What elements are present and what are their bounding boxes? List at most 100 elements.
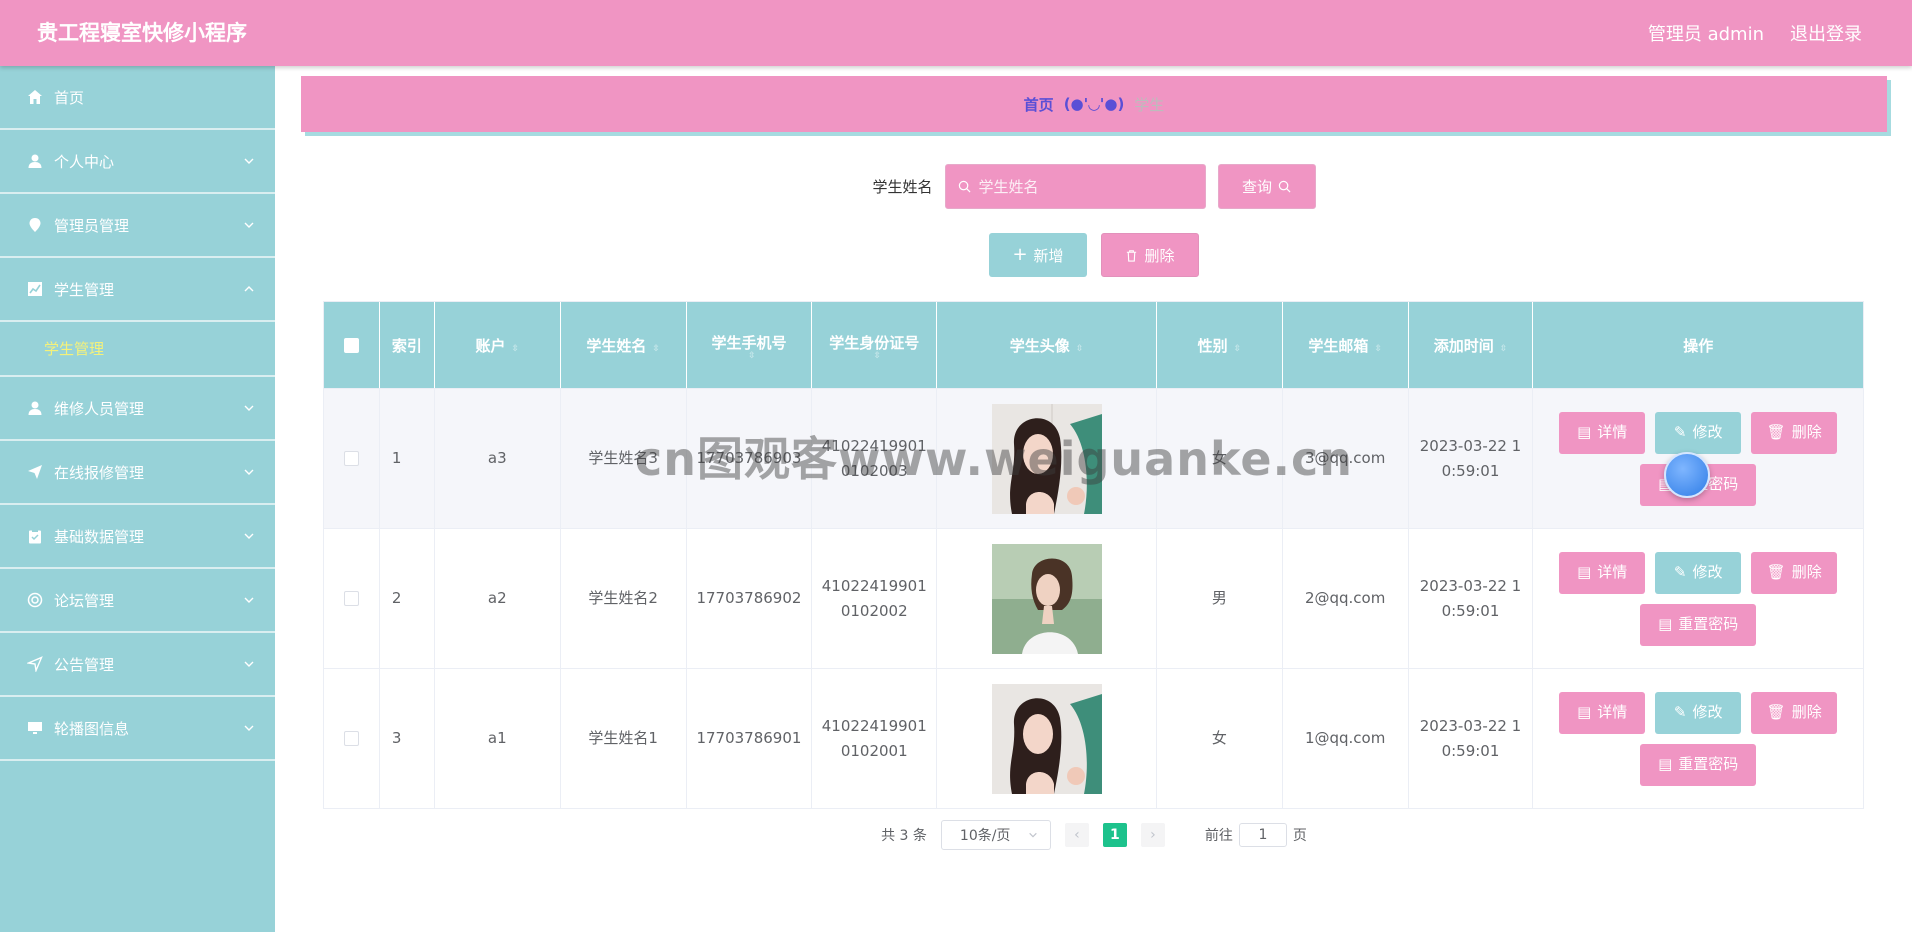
user-icon: [26, 399, 44, 417]
query-button-label: 查询: [1241, 178, 1272, 196]
sort-icon[interactable]: ⇳: [1076, 344, 1084, 353]
detail-label: 详情: [1597, 423, 1628, 441]
idcard-line2: 0102003: [840, 461, 908, 480]
sidebar-item-repairman[interactable]: 维修人员管理: [0, 377, 275, 441]
sort-icon[interactable]: ⇳: [874, 351, 882, 360]
sidebar-item-label: 学生管理: [54, 280, 115, 299]
sidebar-item-forum[interactable]: 论坛管理: [0, 569, 275, 633]
edit-icon: ✎: [1673, 703, 1687, 721]
detail-button[interactable]: ▤ 详情: [1559, 551, 1646, 594]
cell-index: 2: [380, 529, 435, 668]
row-checkbox-cell: [324, 529, 380, 668]
sort-icon[interactable]: ⇳: [1500, 344, 1508, 353]
add-button-label: 新增: [1033, 246, 1064, 265]
sidebar-item-home[interactable]: 首页: [0, 66, 275, 130]
search-icon: [1278, 180, 1291, 193]
delete-button[interactable]: 🗑 删除: [1751, 411, 1838, 454]
row-checkbox[interactable]: [343, 451, 359, 466]
next-page-button[interactable]: ›: [1140, 823, 1165, 847]
sidebar-item-carousel[interactable]: 轮播图信息: [0, 697, 275, 761]
location-pin-icon: [26, 216, 44, 234]
student-name-search-input[interactable]: 学生姓名: [944, 164, 1206, 209]
chevron-down-icon: [244, 597, 254, 603]
col-name-label: 学生姓名: [586, 336, 647, 355]
row-checkbox[interactable]: [343, 591, 359, 606]
row-checkbox[interactable]: [343, 731, 359, 746]
delete-button[interactable]: 🗑 删除: [1751, 691, 1838, 734]
cell-account: a1: [435, 669, 561, 808]
sidebar-subitem-student-manage[interactable]: 学生管理: [0, 322, 275, 377]
col-avatar[interactable]: 学生头像 ⇳: [937, 302, 1157, 388]
delete-label: 删除: [1791, 703, 1822, 721]
chevron-up-icon: [244, 286, 254, 292]
batch-delete-button[interactable]: 删除: [1101, 233, 1199, 277]
goto-page-input[interactable]: 1: [1238, 823, 1287, 847]
sort-icon[interactable]: ⇳: [652, 344, 660, 353]
search-label: 学生姓名: [872, 178, 933, 196]
col-idcard[interactable]: 学生身份证号 ⇳: [812, 302, 938, 388]
breadcrumb-home[interactable]: 首页: [1024, 94, 1054, 115]
sidebar-item-base-data[interactable]: 基础数据管理: [0, 505, 275, 569]
col-email[interactable]: 学生邮箱 ⇳: [1283, 302, 1409, 388]
col-phone[interactable]: 学生手机号 ⇳: [687, 302, 813, 388]
prev-page-button[interactable]: ‹: [1064, 823, 1089, 847]
trash-icon: 🗑: [1766, 563, 1786, 581]
cell-sex: 女: [1157, 389, 1283, 528]
header-user-area: 管理员 admin 退出登录: [1648, 0, 1862, 66]
sidebar-subitem-label: 学生管理: [44, 340, 105, 358]
page-size-select[interactable]: 10条/页: [940, 820, 1051, 850]
sidebar-item-notice[interactable]: 公告管理: [0, 633, 275, 697]
edit-button[interactable]: ✎ 修改: [1655, 411, 1742, 454]
sort-icon[interactable]: ⇳: [1374, 344, 1382, 353]
col-sex-label: 性别: [1197, 336, 1228, 355]
sidebar-item-label: 首页: [54, 88, 85, 107]
breadcrumb-separator: (●'◡'●): [1063, 95, 1125, 113]
student-avatar-image[interactable]: [991, 403, 1102, 514]
sort-icon[interactable]: ⇳: [1234, 344, 1242, 353]
reset-password-button[interactable]: ▤ 重置密码: [1640, 743, 1757, 786]
sidebar-item-online-repair[interactable]: 在线报修管理: [0, 441, 275, 505]
reset-password-button[interactable]: ▤ 重置密码: [1640, 603, 1757, 646]
detail-button[interactable]: ▤ 详情: [1559, 411, 1646, 454]
col-sex[interactable]: 性别 ⇳: [1157, 302, 1283, 388]
query-button[interactable]: 查询: [1217, 164, 1316, 209]
cell-avatar: [937, 529, 1157, 668]
table-row: 3 a1 学生姓名1 17703786901 41022419901 010200…: [324, 668, 1863, 808]
sort-icon[interactable]: ⇳: [512, 344, 520, 353]
col-phone-label: 学生手机号: [711, 333, 787, 352]
document-icon: ▤: [1577, 423, 1592, 441]
detail-button[interactable]: ▤ 详情: [1559, 691, 1646, 734]
col-account[interactable]: 账户 ⇳: [435, 302, 561, 388]
sidebar-item-label: 轮播图信息: [54, 719, 130, 738]
edit-button[interactable]: ✎ 修改: [1655, 551, 1742, 594]
cell-email: 2@qq.com: [1283, 529, 1409, 668]
col-avatar-label: 学生头像: [1009, 336, 1070, 355]
app-title: 贵工程寝室快修小程序: [37, 21, 247, 45]
delete-button[interactable]: 🗑 删除: [1751, 551, 1838, 594]
col-idcard-label: 学生身份证号: [829, 333, 920, 352]
idcard-line1: 41022419901: [821, 716, 927, 735]
select-all-checkbox[interactable]: [343, 337, 359, 353]
col-time[interactable]: 添加时间 ⇳: [1409, 302, 1534, 388]
trash-icon: 🗑: [1766, 423, 1786, 441]
chevron-down-icon: [244, 469, 254, 475]
col-name[interactable]: 学生姓名 ⇳: [561, 302, 687, 388]
chevron-down-icon: [244, 533, 254, 539]
add-button[interactable]: + 新增: [989, 233, 1087, 277]
cell-name: 学生姓名2: [561, 529, 687, 668]
student-avatar-image[interactable]: [991, 543, 1102, 654]
page-number-active[interactable]: 1: [1102, 823, 1127, 847]
student-avatar-image[interactable]: [991, 683, 1102, 794]
floating-assistant-button[interactable]: [1664, 452, 1710, 498]
table-row: 1 a3 学生姓名3 17703786903 41022419901 010200…: [324, 388, 1863, 528]
edit-icon: ✎: [1673, 423, 1687, 441]
idcard-line2: 0102001: [840, 741, 908, 760]
edit-button[interactable]: ✎ 修改: [1655, 691, 1742, 734]
idcard-line1: 41022419901: [821, 576, 927, 595]
logout-link[interactable]: 退出登录: [1790, 20, 1862, 46]
sort-icon[interactable]: ⇳: [748, 351, 756, 360]
reset-label: 重置密码: [1678, 755, 1739, 773]
cell-sex: 女: [1157, 669, 1283, 808]
cell-name: 学生姓名1: [561, 669, 687, 808]
chevron-down-icon: [1029, 832, 1037, 838]
